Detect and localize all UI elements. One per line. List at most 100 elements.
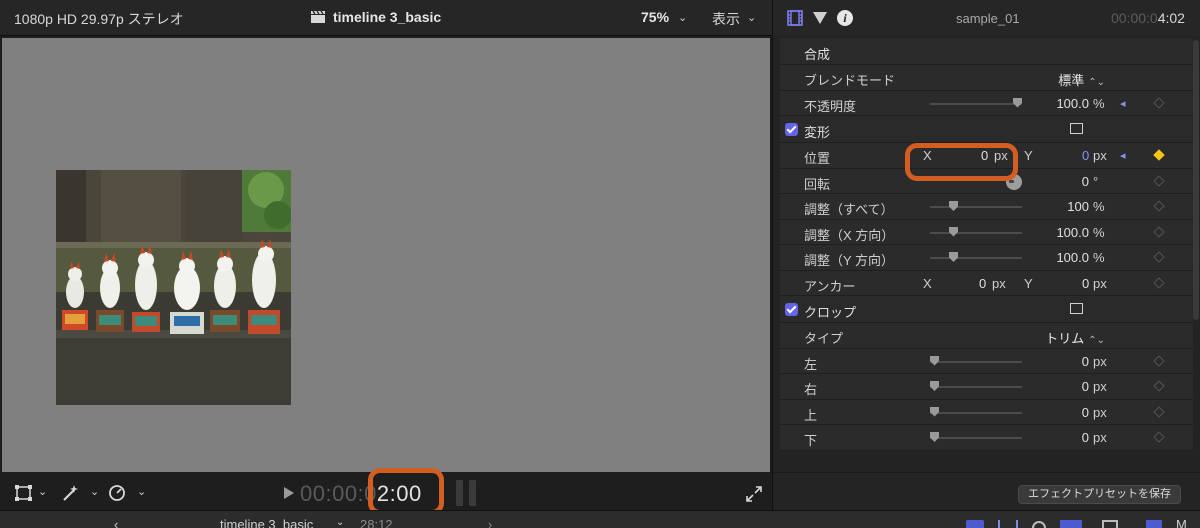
crop-top-unit: px [1093,404,1107,420]
video-inspector-icon[interactable] [787,10,803,26]
speed-gauge-icon[interactable] [108,484,128,502]
keyframe-icon[interactable] [1153,276,1165,289]
chevron-down-icon[interactable]: ⌄ [38,485,47,498]
scale-y-label: 調整（Y 方向） [804,253,895,268]
magic-wand-icon[interactable] [60,484,80,502]
keyframe-add-icon[interactable]: ◂ [1120,149,1126,162]
zoom-menu[interactable]: 75% [641,9,669,25]
inspector-scrollbar[interactable] [1193,40,1199,320]
snapping-icon[interactable] [1032,521,1046,528]
opacity-unit: % [1093,95,1105,111]
keyframe-icon[interactable] [1153,431,1165,443]
keyframe-icon[interactable] [1153,96,1165,109]
skimming-icon[interactable] [1060,520,1082,528]
keyframe-icon[interactable] [1153,225,1165,238]
crop-bottom-slider[interactable] [930,432,1022,442]
rotation-unit: ° [1093,173,1099,189]
slider-knob[interactable] [930,406,939,417]
crop-right-slider[interactable] [930,381,1022,391]
scale-y-value[interactable]: 100.0 [1056,250,1089,265]
slider-knob[interactable] [930,432,939,442]
slider-knob[interactable] [1013,97,1022,108]
timecode-dim: 00:00:0 [300,481,377,506]
crop-right-value[interactable]: 0 [1082,379,1089,394]
blend-mode-label: ブレンドモード [804,73,896,88]
crop-type-popup[interactable]: トリム ⌃⌄ [1045,328,1105,347]
crop-checkbox[interactable] [785,303,798,316]
inspector-body[interactable]: 合成 ブレンドモード 標準 ⌃⌄ 不透明度 100.0 % ◂ 変形 位置 X … [780,38,1193,470]
keyframe-icon[interactable] [1153,405,1165,418]
timeline-forward-button[interactable]: › [488,517,492,528]
transform-onscreen-icon[interactable] [1070,123,1083,134]
crop-onscreen-icon[interactable] [1070,303,1083,314]
crop-bottom-label: 下 [804,433,818,448]
film-icon[interactable] [1102,520,1118,528]
play-icon[interactable] [284,487,294,499]
keyframe-icon[interactable] [1153,380,1165,392]
scale-x-value[interactable]: 100.0 [1056,225,1089,240]
save-effect-preset-button[interactable]: エフェクトプリセットを保存 [1018,485,1181,504]
transform-title: 変形 [804,125,831,140]
keyframe-active-icon[interactable] [1153,149,1165,161]
keyframe-icon[interactable] [1153,174,1165,187]
keyframe-icon[interactable] [1153,251,1165,263]
transform-checkbox[interactable] [785,123,798,136]
scale-all-unit: % [1093,199,1105,214]
inspector-panel: i sample_01 00:00:04:02 合成 ブレンドモード 標準 ⌃⌄ … [772,0,1200,510]
position-label: 位置 [804,151,831,166]
video-frame-image [56,170,291,405]
timeline-title: timeline 3_basic [333,9,442,25]
composite-header[interactable]: 合成 [780,38,1193,65]
slider-knob[interactable] [930,381,939,391]
view-menu[interactable]: 表示 [712,9,740,29]
chevron-down-icon[interactable]: ⌄ [336,517,344,528]
color-inspector-icon[interactable] [813,11,827,25]
crop-left-unit: px [1093,353,1107,369]
layers-icon[interactable] [1146,520,1162,528]
rotation-value[interactable]: 0 [1082,174,1089,189]
crop-top-value[interactable]: 0 [1082,405,1089,420]
crop-top-slider[interactable] [930,406,1022,417]
keyframe-icon[interactable] [1153,354,1165,367]
crop-bottom-value[interactable]: 0 [1082,430,1089,445]
audio-meters-icon[interactable] [998,520,1018,528]
slider-knob[interactable] [949,201,958,211]
chevron-down-icon[interactable]: ⌄ [137,485,146,498]
clapperboard-icon [311,10,325,23]
blend-mode-row: ブレンドモード 標準 ⌃⌄ [780,65,1193,91]
scale-y-slider[interactable] [930,252,1022,262]
keyframe-add-icon[interactable]: ◂ [1120,97,1126,110]
inspector-footer: エフェクトプリセットを保存 [773,472,1200,510]
anchor-y-value[interactable]: 0 [1082,276,1089,291]
scale-all-value[interactable]: 100 [1067,199,1089,214]
solo-icon[interactable]: M [1176,517,1187,528]
timeline-name[interactable]: timeline 3_basic [220,517,313,528]
opacity-slider[interactable] [930,97,1022,108]
timeline-back-button[interactable]: ‹ [114,517,118,528]
position-y-value[interactable]: 0 [1082,148,1089,163]
scale-x-slider[interactable] [930,226,1022,237]
slider-knob[interactable] [949,252,958,262]
slider-knob[interactable] [949,226,958,237]
anchor-x-value[interactable]: 0 [979,276,986,291]
keyframe-icon[interactable] [1153,200,1165,212]
blend-mode-popup[interactable]: 標準 ⌃⌄ [1058,70,1105,89]
chevron-down-icon[interactable]: ⌄ [678,11,687,24]
chevron-down-icon[interactable]: ⌄ [747,11,756,24]
timeline-duration: 28:12 [360,517,393,528]
opacity-value[interactable]: 100.0 [1056,96,1089,111]
crop-left-slider[interactable] [930,355,1022,366]
clip-appearance-icon[interactable] [966,520,984,528]
transform-header[interactable]: 変形 [780,116,1193,143]
chevron-down-icon[interactable]: ⌄ [90,485,99,498]
crop-left-value[interactable]: 0 [1082,354,1089,369]
scale-all-slider[interactable] [930,201,1022,211]
transform-tool-icon[interactable] [14,484,34,502]
info-icon[interactable]: i [837,10,853,26]
clip-duration: 00:00:04:02 [1111,10,1185,26]
fullscreen-icon[interactable] [746,486,762,502]
updown-arrows-icon: ⌃⌄ [1088,335,1105,346]
slider-knob[interactable] [930,355,939,366]
viewer-canvas[interactable] [2,38,770,472]
crop-header[interactable]: クロップ [780,296,1193,323]
